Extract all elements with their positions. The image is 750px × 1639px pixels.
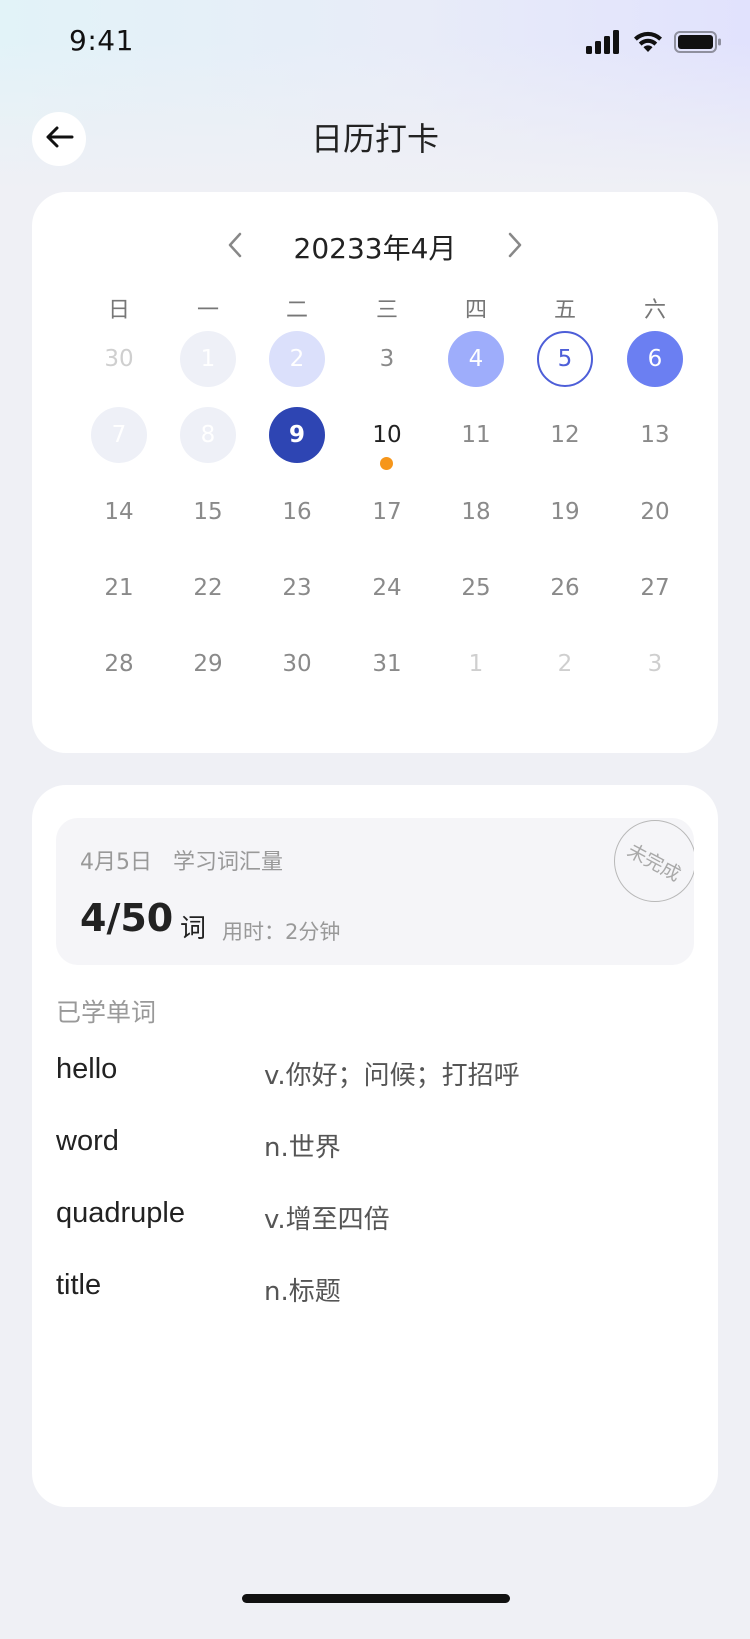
calendar-day: 30 — [104, 346, 134, 372]
calendar-day[interactable]: 19 — [537, 484, 593, 540]
nav-bar: 日历打卡 — [0, 100, 750, 180]
calendar-day[interactable]: 13 — [627, 407, 683, 463]
calendar-day[interactable]: 31 — [359, 636, 415, 692]
calendar-day[interactable]: 26 — [537, 560, 593, 616]
calendar-day[interactable]: 27 — [627, 560, 683, 616]
calendar-day[interactable]: 20 — [627, 484, 683, 540]
word-row[interactable]: hello v.你好；问候；打招呼 — [56, 1053, 676, 1097]
calendar-day[interactable]: 1 — [180, 331, 236, 387]
calendar-day[interactable]: 2 — [269, 331, 325, 387]
calendar-day[interactable]: 30 — [269, 636, 325, 692]
status-icons — [586, 30, 722, 58]
calendar-day[interactable]: 22 — [180, 560, 236, 616]
calendar-day[interactable]: 24 — [359, 560, 415, 616]
words-card: 4月5日 学习词汇量 4/50 词 用时：2分钟 未完成 已学单词 hello v… — [32, 785, 718, 1507]
calendar-day[interactable]: 11 — [448, 407, 504, 463]
calendar-day[interactable]: 16 — [269, 484, 325, 540]
calendar-day[interactable]: 4 — [448, 331, 504, 387]
calendar-day[interactable]: 6 — [627, 331, 683, 387]
calendar-day[interactable]: 23 — [269, 560, 325, 616]
calendar-day: 2 — [557, 651, 573, 677]
calendar-day[interactable]: 8 — [180, 407, 236, 463]
summary-unit: 词 — [180, 914, 207, 944]
word-row[interactable]: word n.世界 — [56, 1125, 676, 1169]
word-english: hello — [56, 1053, 118, 1085]
summary-time: 用时：2分钟 — [222, 920, 341, 944]
learned-words-title: 已学单词 — [56, 998, 157, 1027]
calendar-day[interactable]: 18 — [448, 484, 504, 540]
signal-icon — [586, 30, 622, 58]
summary-count: 4/50 — [80, 896, 174, 940]
calendar-day[interactable]: 12 — [537, 407, 593, 463]
calendar-card: 20233年4月 日一二三四五六 30 1 2 3 4 5 6 7 8 9 10 11 12 13 14 15… — [32, 192, 718, 753]
status-time: 9:41 — [69, 24, 134, 57]
calendar-day[interactable]: 15 — [180, 484, 236, 540]
calendar-day[interactable]: 28 — [91, 636, 147, 692]
calendar-day[interactable]: 29 — [180, 636, 236, 692]
word-definition: v.你好；问候；打招呼 — [264, 1061, 520, 1091]
word-definition: n.标题 — [264, 1277, 341, 1307]
calendar-day[interactable]: 7 — [91, 407, 147, 463]
word-definition: v.增至四倍 — [264, 1205, 390, 1235]
summary-label: 学习词汇量 — [173, 850, 284, 875]
calendar-day[interactable]: 21 — [91, 560, 147, 616]
word-english: quadruple — [56, 1197, 185, 1229]
status-bar: 9:41 — [0, 0, 750, 88]
battery-icon — [674, 30, 722, 58]
word-row[interactable]: title n.标题 — [56, 1269, 676, 1313]
word-english: word — [56, 1125, 119, 1157]
calendar-day[interactable]: 10 — [359, 407, 415, 463]
page-title: 日历打卡 — [310, 120, 439, 158]
home-indicator[interactable] — [242, 1594, 510, 1603]
calendar-day[interactable]: 5 — [537, 331, 593, 387]
calendar-day[interactable]: 3 — [359, 331, 415, 387]
word-english: title — [56, 1269, 102, 1301]
word-definition: n.世界 — [264, 1133, 341, 1163]
summary-date: 4月5日 — [80, 850, 152, 875]
calendar-grid: 30 1 2 3 4 5 6 7 8 9 10 11 12 13 14 15 16 17 18 19 20 21 22 23 2… — [32, 192, 718, 753]
calendar-day[interactable]: 14 — [91, 484, 147, 540]
calendar-day: 1 — [468, 651, 484, 677]
wifi-icon — [632, 30, 664, 58]
calendar-day: 3 — [647, 651, 663, 677]
calendar-day[interactable]: 25 — [448, 560, 504, 616]
calendar-day[interactable]: 9 — [269, 407, 325, 463]
checkin-dot — [380, 457, 393, 470]
incomplete-stamp: 未完成 — [614, 820, 694, 902]
calendar-day[interactable]: 17 — [359, 484, 415, 540]
word-row[interactable]: quadruple v.增至四倍 — [56, 1197, 676, 1241]
stamp-text: 未完成 — [623, 839, 685, 886]
daily-summary: 4月5日 学习词汇量 4/50 词 用时：2分钟 未完成 — [56, 818, 694, 965]
